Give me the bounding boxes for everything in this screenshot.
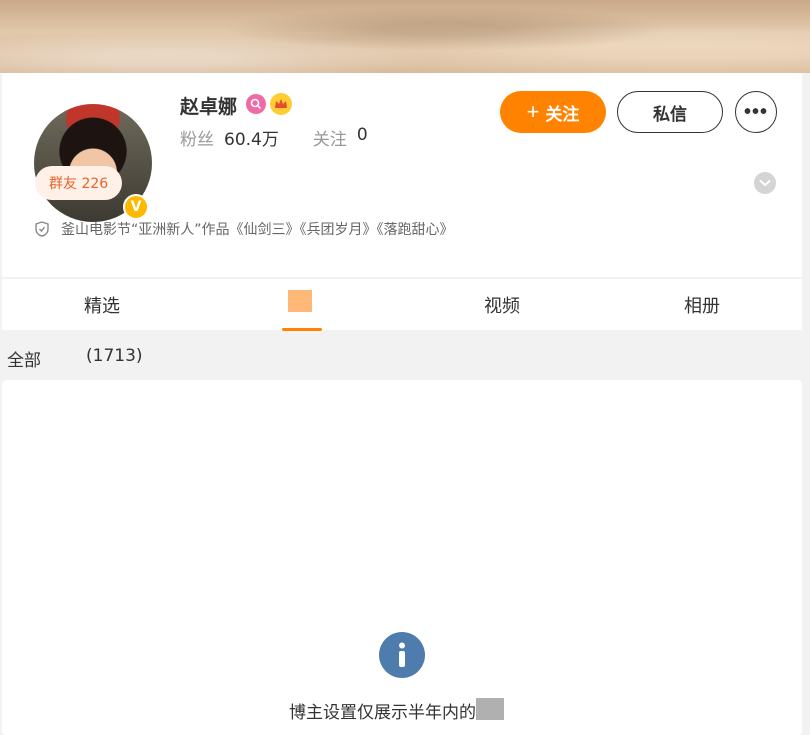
following-count[interactable]: 0: [357, 125, 368, 150]
privacy-notice: 博主设置仅展示半年内的: [289, 703, 476, 723]
notice-mask: [476, 698, 504, 720]
filter-mask: [40, 346, 78, 370]
tab-album[interactable]: 相册: [642, 279, 762, 331]
verified-icon: V: [123, 194, 149, 220]
follow-button[interactable]: + 关注: [500, 91, 606, 133]
tab-video[interactable]: 视频: [442, 279, 562, 331]
bio-text: 釜山电影节“亚洲新人”作品《仙剑三》《兵团岁月》《落跑甜心》: [61, 222, 454, 238]
profile-banner: [0, 0, 810, 73]
crown-icon[interactable]: [270, 93, 292, 115]
post-filter-row: 全部 (1713): [0, 330, 810, 380]
info-icon: [379, 632, 425, 678]
membership-level-icon[interactable]: [246, 94, 266, 114]
more-options-button[interactable]: •••: [735, 91, 777, 133]
more-icon: •••: [743, 100, 768, 123]
fans-count[interactable]: 60.4万: [224, 125, 279, 150]
follow-button-label: 关注: [545, 104, 580, 124]
plus-icon: +: [526, 99, 540, 124]
tab-featured[interactable]: 精选: [42, 279, 162, 331]
username[interactable]: 赵卓娜: [180, 92, 237, 119]
filter-all-label[interactable]: 全部: [7, 346, 41, 371]
shield-icon: [35, 221, 49, 237]
profile-tabs: 精选 视频 相册: [2, 278, 802, 331]
page-gutter: [802, 73, 810, 735]
following-label[interactable]: 关注: [313, 125, 347, 150]
profile-stats: 粉丝 60.4万 关注 0: [180, 125, 368, 150]
post-count: (1713): [86, 346, 143, 366]
profile-card: V 赵卓娜 粉丝 60.4万 关注 0 + 关注 私信 ••• 群友 226 釜…: [2, 73, 802, 277]
fans-label[interactable]: 粉丝: [180, 125, 214, 150]
tab-weibo-active[interactable]: [288, 290, 312, 312]
stats-separator: [289, 125, 303, 150]
post-feed: 博主设置仅展示半年内的: [2, 380, 802, 735]
chevron-down-icon[interactable]: [754, 172, 776, 194]
group-fans-badge[interactable]: 群友 226: [35, 166, 123, 200]
bio-row: 釜山电影节“亚洲新人”作品《仙剑三》《兵团岁月》《落跑甜心》: [35, 219, 454, 239]
message-button[interactable]: 私信: [617, 91, 723, 133]
